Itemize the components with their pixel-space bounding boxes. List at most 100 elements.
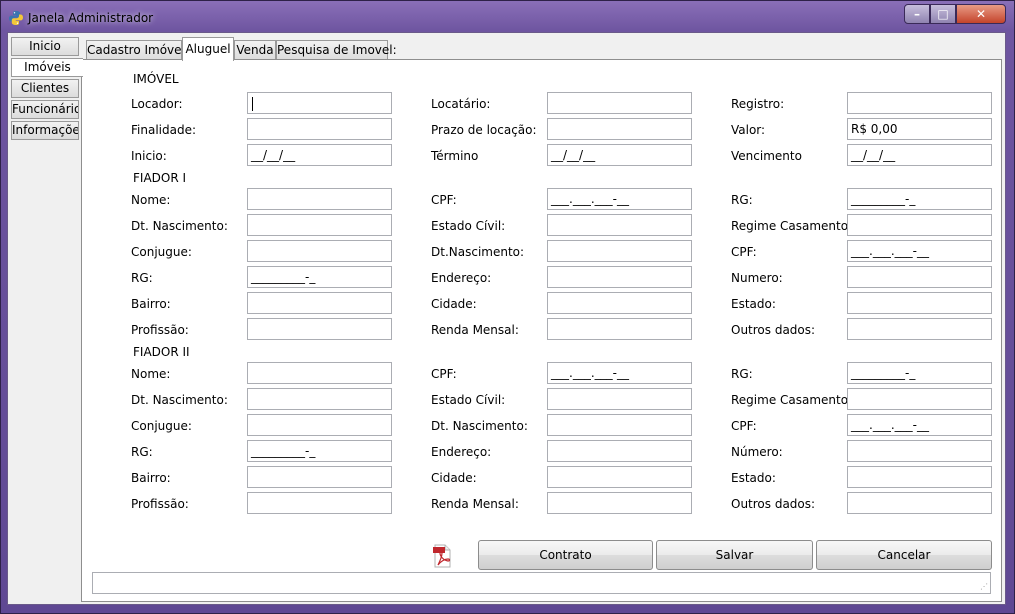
valor-field[interactable]: R$ 0,00 [847, 118, 992, 140]
status-bar: ⋰ [92, 572, 991, 594]
f1-rg-field[interactable]: _________-_ [847, 188, 992, 210]
maximize-icon: □ [937, 7, 949, 21]
locatario-label: Locatário: [431, 97, 491, 111]
tab-cadastro-imovel[interactable]: Cadastro Imóvel [86, 40, 185, 60]
resize-grip-icon[interactable]: ⋰ [980, 583, 988, 591]
f1-nome-field[interactable] [247, 188, 392, 210]
f1-renda-field[interactable] [547, 318, 692, 340]
prazo-locacao-label: Prazo de locação: [431, 123, 537, 137]
f2-conj-rg-field[interactable]: _________-_ [247, 440, 392, 462]
f2-renda-field[interactable] [547, 492, 692, 514]
cancelar-button[interactable]: Cancelar [816, 540, 992, 570]
f1-dt-nascimento-field[interactable] [247, 214, 392, 236]
f2-numero-field[interactable] [847, 440, 992, 462]
f2-conj-rg-label: RG: [131, 445, 153, 459]
f2-dt-nascimento-label: Dt. Nascimento: [131, 393, 228, 407]
f1-dt-nascimento-label: Dt. Nascimento: [131, 219, 228, 233]
termino-date-field[interactable]: __/__/__ [547, 144, 692, 166]
f1-conjugue-field[interactable] [247, 240, 392, 262]
f2-conj-cpf-field[interactable]: ___.___.___-__ [847, 414, 992, 436]
f2-bairro-field[interactable] [247, 466, 392, 488]
f1-nome-label: Nome: [131, 193, 171, 207]
locador-field[interactable] [247, 92, 392, 114]
f2-conjugue-label: Conjugue: [131, 419, 192, 433]
sidebar-tab-inicio[interactable]: Inicio [11, 37, 79, 56]
sidebar-tab-imoveis[interactable]: Imóveis [11, 58, 83, 77]
f2-profissao-label: Profissão: [131, 497, 189, 511]
f1-numero-field[interactable] [847, 266, 992, 288]
f1-regime-label: Regime Casamento: [731, 219, 853, 233]
section-fiador2-title: FIADOR II [133, 345, 190, 359]
locador-label: Locador: [131, 97, 183, 111]
close-icon: ✕ [975, 7, 987, 21]
f1-endereco-field[interactable] [547, 266, 692, 288]
title-bar[interactable]: Janela Administrador – □ ✕ [1, 1, 1014, 35]
f1-conj-cpf-label: CPF: [731, 245, 757, 259]
f2-dt-nascimento-field[interactable] [247, 388, 392, 410]
f2-rg-label: RG: [731, 367, 753, 381]
f2-bairro-label: Bairro: [131, 471, 171, 485]
f2-cpf-field[interactable]: ___.___.___-__ [547, 362, 692, 384]
pdf-icon[interactable] [432, 544, 452, 568]
f1-profissao-field[interactable] [247, 318, 392, 340]
f1-estado-field[interactable] [847, 292, 992, 314]
f1-outros-label: Outros dados: [731, 323, 816, 337]
inicio-label: Inicio: [131, 149, 167, 163]
f1-outros-field[interactable] [847, 318, 992, 340]
locatario-field[interactable] [547, 92, 692, 114]
registro-field[interactable] [847, 92, 992, 114]
f2-cidade-field[interactable] [547, 466, 692, 488]
prazo-locacao-field[interactable] [547, 118, 692, 140]
f2-cpf-label: CPF: [431, 367, 457, 381]
tab-aluguel[interactable]: Aluguel [182, 37, 234, 61]
valor-label: Valor: [731, 123, 766, 137]
f2-conj-nascimento-field[interactable] [547, 414, 692, 436]
vencimento-date-field[interactable]: __/__/__ [847, 144, 992, 166]
f1-cidade-field[interactable] [547, 292, 692, 314]
f2-estado-field[interactable] [847, 466, 992, 488]
minimize-button[interactable]: – [904, 4, 930, 24]
vencimento-label: Vencimento [731, 149, 802, 163]
registro-label: Registro: [731, 97, 785, 111]
f2-conjugue-field[interactable] [247, 414, 392, 436]
tab-pesquisa-imovel[interactable]: Pesquisa de Imovel: [276, 40, 397, 60]
f1-conj-cpf-field[interactable]: ___.___.___-__ [847, 240, 992, 262]
f2-regime-label: Regime Casamento: [731, 393, 853, 407]
f2-rg-field[interactable]: _________-_ [847, 362, 992, 384]
f1-cidade-label: Cidade: [431, 297, 477, 311]
contrato-button[interactable]: Contrato [478, 540, 653, 570]
f1-regime-field[interactable] [847, 214, 992, 236]
f1-bairro-field[interactable] [247, 292, 392, 314]
f2-profissao-field[interactable] [247, 492, 392, 514]
f2-estado-label: Estado: [731, 471, 776, 485]
sidebar-tab-clientes[interactable]: Clientes [11, 79, 79, 98]
f2-outros-label: Outros dados: [731, 497, 816, 511]
close-button[interactable]: ✕ [956, 4, 1006, 24]
maximize-button[interactable]: □ [930, 4, 956, 24]
f2-endereco-field[interactable] [547, 440, 692, 462]
f1-renda-label: Renda Mensal: [431, 323, 519, 337]
f2-nome-field[interactable] [247, 362, 392, 384]
f1-conj-nascimento-field[interactable] [547, 240, 692, 262]
termino-label: Término [431, 149, 479, 163]
f2-outros-field[interactable] [847, 492, 992, 514]
f2-conj-nascimento-label: Dt. Nascimento: [431, 419, 528, 433]
application-window: Janela Administrador – □ ✕ Inicio Imóvei… [0, 0, 1015, 614]
f1-cpf-field[interactable]: ___.___.___-__ [547, 188, 692, 210]
finalidade-field[interactable] [247, 118, 392, 140]
sidebar-tab-informacoes[interactable]: Informações [11, 121, 79, 140]
finalidade-label: Finalidade: [131, 123, 197, 137]
f2-regime-field[interactable] [847, 388, 992, 410]
f1-estado-civil-field[interactable] [547, 214, 692, 236]
f2-estado-civil-field[interactable] [547, 388, 692, 410]
f1-estado-label: Estado: [731, 297, 776, 311]
f1-conjugue-label: Conjugue: [131, 245, 192, 259]
salvar-button[interactable]: Salvar [656, 540, 813, 570]
f1-conj-rg-field[interactable]: _________-_ [247, 266, 392, 288]
f2-cidade-label: Cidade: [431, 471, 477, 485]
text-caret [252, 96, 253, 111]
f1-conj-nascimento-label: Dt.Nascimento: [431, 245, 525, 259]
sidebar-tab-funcionario[interactable]: Funcionário [11, 100, 79, 119]
tab-venda[interactable]: Venda [234, 40, 276, 60]
inicio-date-field[interactable]: __/__/__ [247, 144, 392, 166]
